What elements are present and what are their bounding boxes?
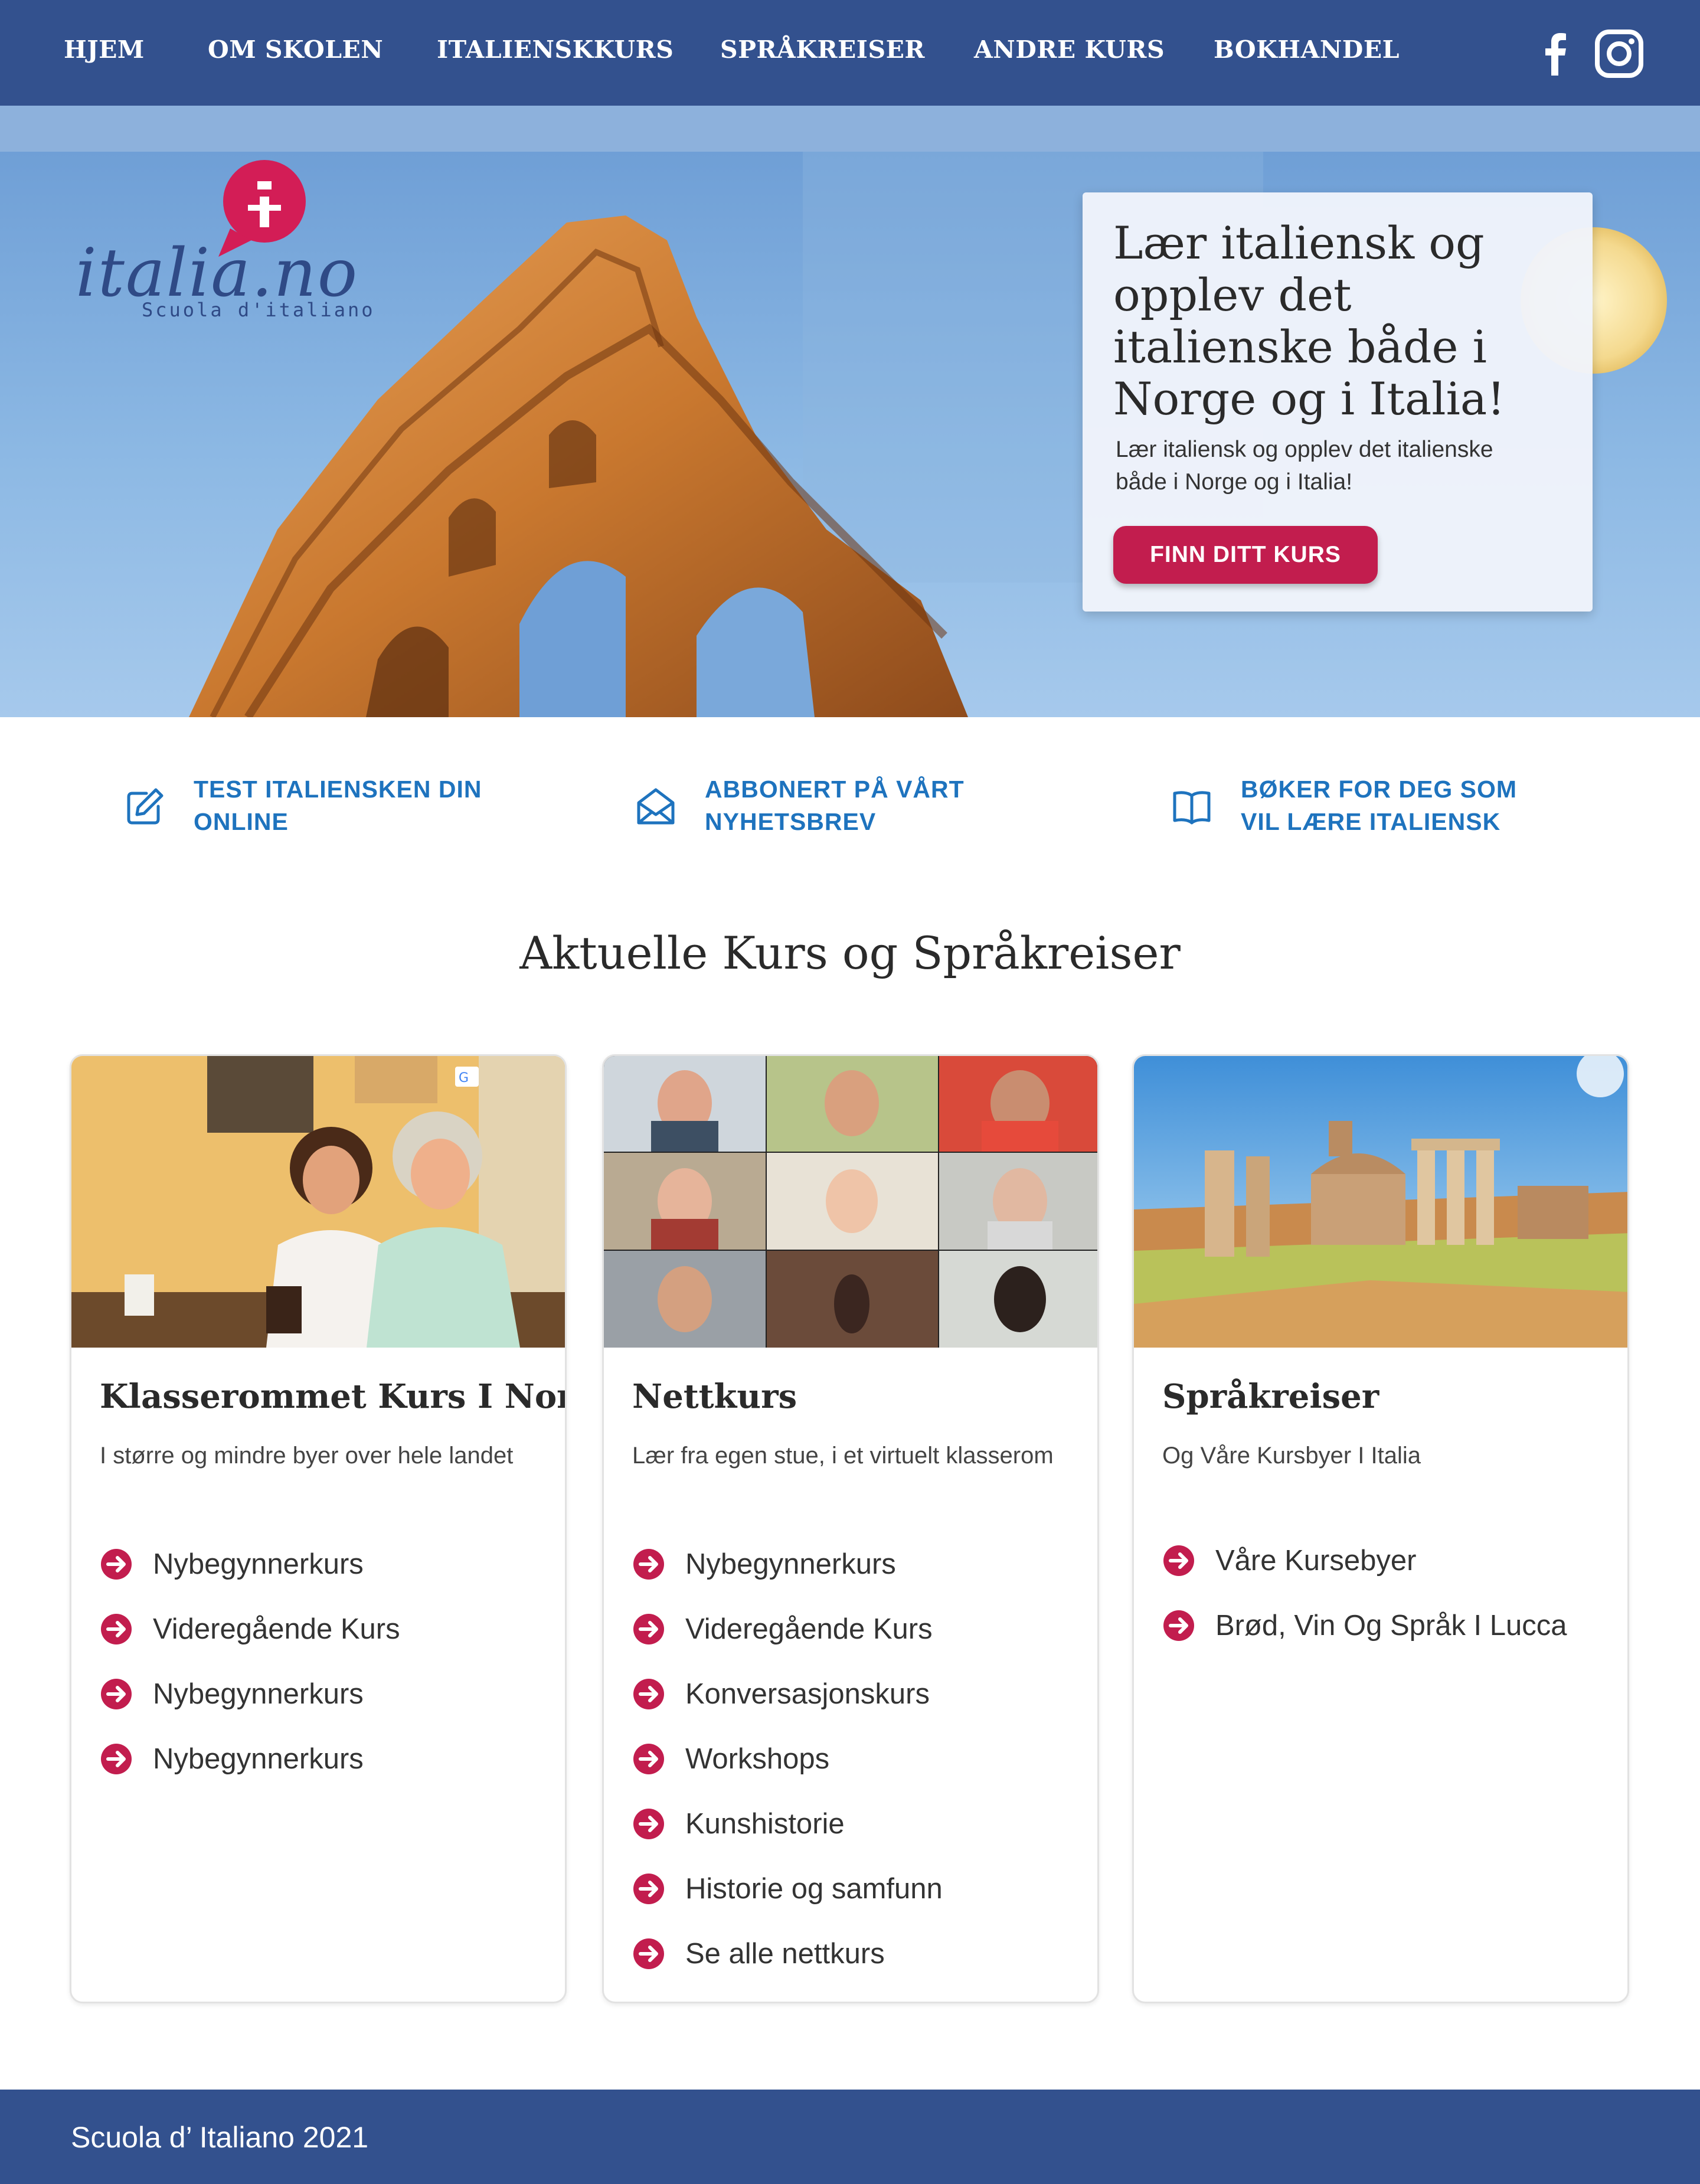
course-link-label: Våre Kursebyer — [1215, 1545, 1417, 1577]
course-link-label: Se alle nettkurs — [685, 1938, 885, 1970]
card-subtitle: I større og mindre byer over hele landet — [100, 1443, 514, 1469]
course-link-nybegynnerkurs[interactable]: Nybegynnerkurs — [100, 1662, 400, 1727]
course-card-classroom: G Klasserommet Kurs I Norge I større og … — [70, 1054, 567, 2003]
card-subtitle: Lær fra egen stue, i et virtuelt klasser… — [632, 1443, 1054, 1469]
hero-title: Lær italiensk og opplev det italienske b… — [1113, 217, 1505, 425]
hero-band — [0, 106, 1700, 152]
arrow-circle-icon — [633, 1744, 664, 1774]
quick-link-newsletter[interactable]: ABBONERT PÅ VÅRT NYHETSBREV — [635, 773, 1012, 838]
quick-link-test-label: TEST ITALIENSKEN DIN ONLINE — [194, 776, 482, 835]
footer: Scuola d’ Italiano 2021 — [0, 2090, 1700, 2184]
quick-link-books[interactable]: BØKER FOR DEG SOM VIL LÆRE ITALIENSK — [1171, 773, 1548, 838]
card-title: Språkreiser — [1162, 1377, 1379, 1416]
arrow-circle-icon — [101, 1679, 132, 1709]
nav-item-hjem[interactable]: HJEM — [64, 35, 145, 64]
nav-item-om-skolen[interactable]: OM SKOLEN — [208, 35, 383, 64]
hero-subtitle: Lær italiensk og opplev det italienske b… — [1116, 437, 1493, 495]
logo-tagline: Scuola d'italiano — [142, 299, 375, 321]
course-link-workshops[interactable]: Workshops — [632, 1727, 943, 1791]
arrow-circle-icon — [633, 1614, 664, 1644]
course-link-historie[interactable]: Historie og samfunn — [632, 1856, 943, 1921]
course-link-kunshistorie[interactable]: Kunshistorie — [632, 1791, 943, 1856]
edit-icon — [127, 788, 164, 825]
course-link-kursebyer[interactable]: Våre Kursebyer — [1162, 1528, 1567, 1593]
arrow-circle-icon — [101, 1614, 132, 1644]
course-link-label: Nybegynnerkurs — [685, 1548, 896, 1580]
instagram-icon[interactable] — [1594, 28, 1645, 79]
top-navigation: HJEM OM SKOLEN ITALIENSKKURS SPRÅKREISER… — [0, 0, 1700, 106]
course-link-label: Nybegynnerkurs — [153, 1548, 364, 1580]
quick-link-test[interactable]: TEST ITALIENSKEN DIN ONLINE — [124, 773, 501, 838]
hero-banner: italia.no Scuola d'italiano Lær italiens… — [0, 152, 1700, 717]
arrow-circle-icon — [101, 1549, 132, 1580]
find-course-button[interactable]: FINN DITT KURS — [1113, 526, 1378, 584]
course-list: Nybegynnerkurs Videregående Kurs Konvers… — [632, 1532, 943, 1986]
course-link-label: Nybegynnerkurs — [153, 1743, 364, 1775]
course-link-lucca[interactable]: Brød, Vin Og Språk I Lucca — [1162, 1593, 1567, 1658]
nav-item-sprakreiser[interactable]: SPRÅKREISER — [720, 35, 925, 64]
course-list: Nybegynnerkurs Videregående Kurs Nybegyn… — [100, 1532, 400, 1791]
course-card-travel: Språkreiser Og Våre Kursbyer I Italia Vå… — [1132, 1054, 1629, 2003]
course-link-label: Brød, Vin Og Språk I Lucca — [1215, 1610, 1567, 1642]
course-link-label: Kunshistorie — [685, 1808, 845, 1840]
card-title: Klasserommet Kurs I Norge — [100, 1377, 567, 1416]
course-link-videregaende[interactable]: Videregående Kurs — [100, 1597, 400, 1662]
course-list: Våre Kursebyer Brød, Vin Og Språk I Lucc… — [1162, 1528, 1567, 1658]
card-subtitle: Og Våre Kursbyer I Italia — [1162, 1443, 1421, 1469]
video-call-photo — [604, 1056, 1097, 1348]
arrow-circle-icon — [633, 1809, 664, 1839]
course-link-all-online[interactable]: Se alle nettkurs — [632, 1921, 943, 1986]
course-link-label: Videregående Kurs — [153, 1613, 400, 1645]
arrow-circle-icon — [101, 1744, 132, 1774]
svg-text:G: G — [459, 1071, 469, 1086]
course-link-nybegynnerkurs[interactable]: Nybegynnerkurs — [100, 1532, 400, 1597]
arrow-circle-icon — [633, 1938, 664, 1969]
quick-link-newsletter-label: ABBONERT PÅ VÅRT NYHETSBREV — [705, 776, 965, 835]
course-link-label: Nybegynnerkurs — [153, 1678, 364, 1710]
arrow-circle-icon — [633, 1679, 664, 1709]
course-link-videregaende[interactable]: Videregående Kurs — [632, 1597, 943, 1662]
course-card-online: Nettkurs Lær fra egen stue, i et virtuel… — [602, 1054, 1099, 2003]
nav-item-andre-kurs[interactable]: ANDRE KURS — [974, 35, 1165, 64]
nav-item-italienskkurs[interactable]: ITALIENSKKURS — [437, 35, 674, 64]
arrow-circle-icon — [1163, 1545, 1194, 1576]
course-link-nybegynnerkurs[interactable]: Nybegynnerkurs — [632, 1532, 943, 1597]
page: HJEM OM SKOLEN ITALIENSKKURS SPRÅKREISER… — [0, 0, 1700, 2184]
course-link-label: Historie og samfunn — [685, 1873, 943, 1905]
course-link-label: Konversasjonskurs — [685, 1678, 930, 1710]
facebook-icon[interactable] — [1530, 28, 1581, 79]
course-link-konversasjon[interactable]: Konversasjonskurs — [632, 1662, 943, 1727]
hero-card: Lær italiensk og opplev det italienske b… — [1083, 192, 1593, 612]
course-link-nybegynnerkurs[interactable]: Nybegynnerkurs — [100, 1727, 400, 1791]
nav-item-bokhandel[interactable]: BOKHANDEL — [1214, 35, 1400, 64]
arrow-circle-icon — [633, 1549, 664, 1580]
footer-copyright: Scuola d’ Italiano 2021 — [71, 2121, 369, 2154]
section-title: Aktuelle Kurs og Språkreiser — [519, 927, 1181, 979]
arrow-circle-icon — [633, 1874, 664, 1904]
course-link-label: Videregående Kurs — [685, 1613, 933, 1645]
classroom-photo: G — [71, 1056, 565, 1348]
roman-forum-photo — [1134, 1056, 1627, 1348]
course-link-label: Workshops — [685, 1743, 830, 1775]
arrow-circle-icon — [1163, 1610, 1194, 1641]
quick-link-books-label: BØKER FOR DEG SOM VIL LÆRE ITALIENSK — [1241, 776, 1518, 835]
book-icon — [1173, 791, 1211, 825]
card-title: Nettkurs — [632, 1377, 797, 1416]
envelope-icon — [637, 788, 675, 825]
